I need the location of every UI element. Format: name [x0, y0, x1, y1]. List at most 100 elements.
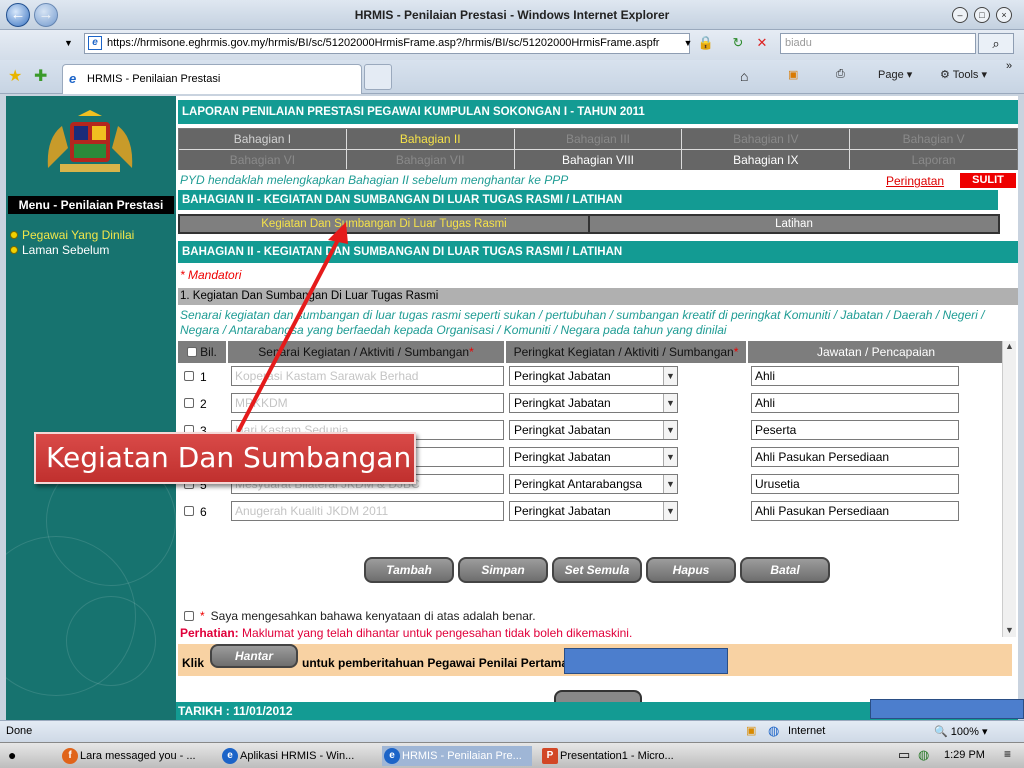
peringkat-select[interactable]: Peringkat Jabatan ▼ — [509, 501, 678, 521]
add-favorites-icon[interactable]: ✚ — [34, 66, 47, 86]
redacted-box — [564, 648, 728, 674]
menu-title: Menu - Penilaian Prestasi — [8, 196, 174, 214]
peringkat-select[interactable]: Peringkat Antarabangsa ▼ — [509, 474, 678, 494]
task-aplikasi-hrmis[interactable]: e Aplikasi HRMIS - Win... — [220, 746, 370, 766]
chevron-down-icon: ▼ — [663, 502, 677, 520]
network-icon[interactable]: ◍ — [918, 747, 929, 763]
peringkat-select[interactable]: Peringkat Jabatan ▼ — [509, 447, 678, 467]
watermark-circle — [66, 596, 156, 686]
peringkat-select[interactable]: Peringkat Jabatan ▼ — [509, 420, 678, 440]
confirm-checkbox[interactable] — [184, 611, 194, 621]
confirm-row: * Saya mengesahkan bahawa kenyataan di a… — [184, 609, 536, 623]
task-label: Aplikasi HRMIS - Win... — [240, 750, 355, 762]
refresh-icon[interactable]: ↻ — [728, 33, 748, 54]
search-input[interactable]: biadu — [780, 33, 976, 54]
apple-icon[interactable]: ● — [8, 747, 16, 763]
forward-button[interactable]: → — [34, 3, 58, 27]
annotation-arrow — [236, 222, 348, 433]
jawatan-input[interactable]: Ahli Pasukan Persediaan — [751, 447, 959, 467]
chevron-more-icon[interactable]: » — [1006, 60, 1012, 72]
hapus-button[interactable]: Hapus — [646, 557, 736, 583]
feeds-icon[interactable]: ▣ — [788, 68, 798, 81]
minimize-button[interactable]: – — [952, 7, 968, 23]
task-hrmis-penilaian[interactable]: e HRMIS - Penilaian Pre... — [382, 746, 532, 766]
tab-bahagian-8[interactable]: Bahagian VIII — [514, 150, 682, 170]
tab-bahagian-3[interactable]: Bahagian III — [514, 129, 682, 149]
row-bil: 2 — [200, 397, 207, 411]
favorites-star-icon[interactable]: ★ — [8, 66, 22, 86]
tab-bahagian-4[interactable]: Bahagian IV — [682, 129, 850, 149]
tab-bahagian-2[interactable]: Bahagian II — [346, 129, 514, 149]
task-powerpoint[interactable]: P Presentation1 - Micro... — [540, 746, 690, 766]
kegiatan-input[interactable]: Anugerah Kualiti JKDM 2011 — [231, 501, 504, 521]
page-menu-label: Page — [878, 69, 904, 81]
hantar-button[interactable]: Hantar — [210, 644, 298, 668]
submit-row: Klik Hantar untuk pemberitahuan Pegawai … — [178, 644, 1012, 676]
table-scrollbar[interactable]: ▲ ▼ — [1002, 341, 1016, 637]
jawatan-input[interactable]: Ahli Pasukan Persediaan — [751, 501, 959, 521]
page-menu[interactable]: Page ▾ — [878, 68, 912, 81]
ie-icon: e — [384, 748, 400, 764]
klik-text: untuk pemberitahuan Pegawai Penilai Pert… — [302, 656, 569, 670]
perhatian-text: Maklumat yang telah dihantar untuk penge… — [242, 626, 633, 640]
section-nav: Bahagian I Bahagian II Bahagian III Baha… — [178, 128, 1018, 170]
search-icon[interactable]: ⌕ — [978, 33, 1014, 54]
perhatian-label: Perhatian: — [180, 626, 239, 640]
tab-bahagian-5[interactable]: Bahagian V — [850, 129, 1017, 149]
table-row: 6 Anugerah Kualiti JKDM 2011 Peringkat J… — [178, 499, 1004, 526]
th-bil-label: Bil. — [200, 345, 217, 359]
print-icon[interactable]: ⎙ — [836, 68, 845, 81]
home-icon[interactable]: ⌂ — [740, 68, 748, 84]
tab-latihan[interactable]: Latihan — [590, 216, 998, 232]
taskbar: ● f Lara messaged you - ... e Aplikasi HRM… — [0, 742, 1024, 768]
sidebar — [6, 96, 176, 720]
task-firefox[interactable]: f Lara messaged you - ... — [60, 746, 210, 766]
section-title: BAHAGIAN II - KEGIATAN DAN SUMBANGAN DI … — [178, 190, 998, 210]
new-tab-button[interactable] — [364, 64, 392, 90]
row-checkbox[interactable] — [184, 398, 194, 408]
notifications-icon[interactable]: ≡ — [1004, 747, 1011, 761]
sidebar-item-laman-sebelum[interactable]: Laman Sebelum — [10, 243, 109, 257]
batal-button[interactable]: Batal — [740, 557, 830, 583]
jawatan-input[interactable]: Ahli — [751, 366, 959, 386]
row-checkbox[interactable] — [184, 506, 194, 516]
simpan-button[interactable]: Simpan — [458, 557, 548, 583]
address-bar[interactable]: e https://hrmisone.eghrmis.gov.my/hrmis/… — [84, 33, 690, 54]
lock-icon[interactable]: 🔒 — [696, 33, 716, 54]
peringatan-link[interactable]: Peringatan — [886, 174, 944, 188]
set-semula-button[interactable]: Set Semula — [552, 557, 642, 583]
sidebar-item-pegawai[interactable]: Pegawai Yang Dinilai — [10, 228, 134, 242]
close-button[interactable]: × — [996, 7, 1012, 23]
peringkat-select[interactable]: Peringkat Jabatan ▼ — [509, 366, 678, 386]
chevron-down-icon: ▼ — [663, 367, 677, 385]
bullet-icon — [10, 246, 18, 254]
row-checkbox[interactable] — [184, 371, 194, 381]
zoom-control[interactable]: 🔍 100% ▾ — [934, 725, 987, 738]
peringkat-value: Peringkat Antarabangsa — [514, 477, 643, 491]
history-dropdown-icon[interactable]: ▼ — [64, 38, 73, 48]
maximize-button[interactable]: □ — [974, 7, 990, 23]
tab-bahagian-9[interactable]: Bahagian IX — [682, 150, 850, 170]
globe-icon: ◍ — [768, 723, 780, 738]
peringkat-select[interactable]: Peringkat Jabatan ▼ — [509, 393, 678, 413]
scroll-down-icon[interactable]: ▼ — [1003, 625, 1016, 635]
url-text: https://hrmisone.eghrmis.gov.my/hrmis/BI… — [107, 37, 660, 49]
jawatan-input[interactable]: Ahli — [751, 393, 959, 413]
select-all-checkbox[interactable] — [187, 347, 198, 357]
jawatan-input[interactable]: Peserta — [751, 420, 959, 440]
jawatan-input[interactable]: Urusetia — [751, 474, 959, 494]
clock: 1:29 PM — [944, 749, 985, 761]
ie-icon: e — [222, 748, 238, 764]
monitor-icon[interactable]: ▭ — [898, 747, 910, 763]
address-dropdown-icon[interactable]: ▼ — [678, 33, 698, 54]
tab-bahagian-7[interactable]: Bahagian VII — [346, 150, 514, 170]
back-button[interactable]: ← — [6, 3, 30, 27]
tab-bahagian-1[interactable]: Bahagian I — [179, 129, 346, 149]
tab-laporan[interactable]: Laporan — [850, 150, 1017, 170]
stop-icon[interactable]: ✕ — [752, 33, 772, 54]
tab-hrmis[interactable]: e HRMIS - Penilaian Prestasi — [62, 64, 362, 94]
tab-bahagian-6[interactable]: Bahagian VI — [179, 150, 346, 170]
peringkat-value: Peringkat Jabatan — [514, 396, 611, 410]
tambah-button[interactable]: Tambah — [364, 557, 454, 583]
tools-menu[interactable]: ⚙ Tools ▾ — [940, 68, 987, 81]
